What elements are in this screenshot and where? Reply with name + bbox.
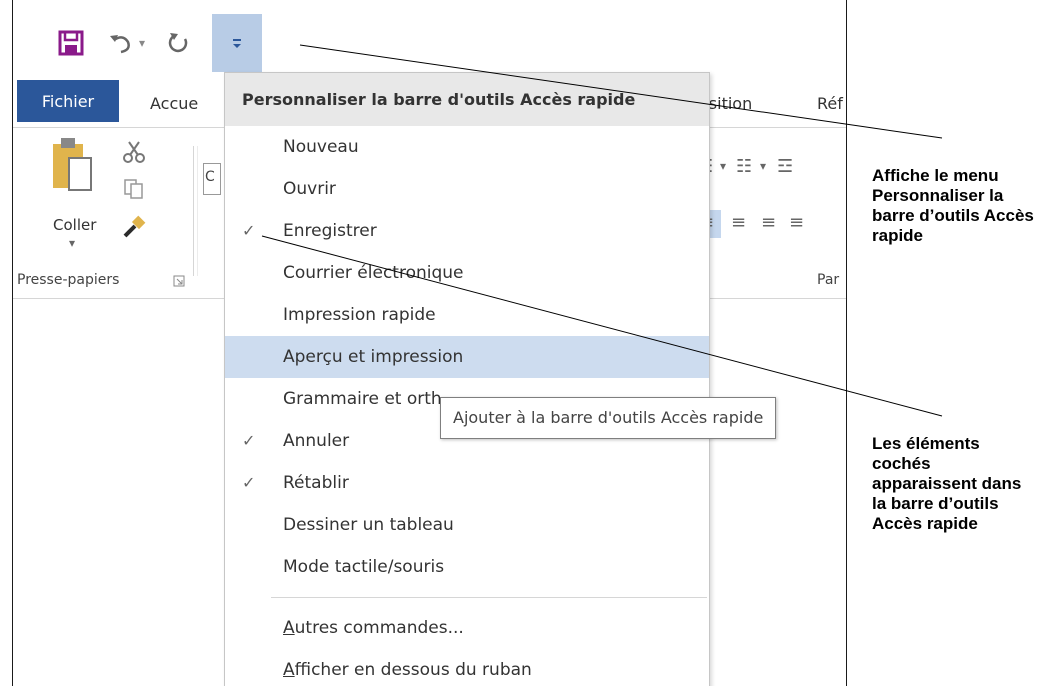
format-painter-icon[interactable] xyxy=(121,214,147,240)
tooltip: Ajouter à la barre d'outils Accès rapide xyxy=(440,397,777,439)
tab-home[interactable]: Accue xyxy=(150,94,198,113)
menu-item[interactable]: ✓ Rétablir xyxy=(225,462,709,504)
menu-item-label: Aperçu et impression xyxy=(283,347,464,367)
menu-item-label: Ouvrir xyxy=(283,179,336,199)
menu-separator xyxy=(271,597,707,598)
menu-title: Personnaliser la barre d'outils Accès ra… xyxy=(225,73,709,126)
word-window: ▾ Fichier Accue osition Réf Coller ▾ C P… xyxy=(12,0,847,686)
menu-item-label: Nouveau xyxy=(283,137,359,157)
clipboard-icon xyxy=(53,138,92,191)
tab-references[interactable]: Réf xyxy=(817,94,843,113)
menu-item-label: Impression rapide xyxy=(283,305,436,325)
customize-qat-button[interactable] xyxy=(212,14,262,72)
menu-item-label: fficher en dessous du ruban xyxy=(294,660,532,680)
save-button[interactable] xyxy=(53,14,89,72)
copy-icon[interactable] xyxy=(123,178,145,200)
align-right-icon[interactable]: ≡ xyxy=(761,212,776,233)
menu-item[interactable]: Courrier électronique xyxy=(225,252,709,294)
undo-icon xyxy=(110,35,130,54)
clipboard-group-label: Presse-papiers xyxy=(17,272,120,288)
accelerator-key: A xyxy=(283,618,295,638)
menu-item[interactable]: Dessiner un tableau xyxy=(225,504,709,546)
save-icon xyxy=(58,30,84,56)
menu-item[interactable]: Impression rapide xyxy=(225,294,709,336)
tab-file[interactable]: Fichier xyxy=(17,80,119,122)
accelerator-key: A xyxy=(283,660,295,680)
annotation-customize-menu: Affiche le menu Personnaliser la barre d… xyxy=(872,166,1034,245)
annotation-checked-items: Les éléments cochés apparaissent dans la… xyxy=(872,434,1022,533)
menu-item-label: Courrier électronique xyxy=(283,263,464,283)
redo-icon xyxy=(168,33,188,53)
font-box-text: C xyxy=(205,169,215,185)
group-separator xyxy=(193,146,194,276)
menu-item-more-commands[interactable]: Autres commandes... xyxy=(225,607,709,649)
quick-access-toolbar: ▾ xyxy=(13,0,846,72)
numbering-icon[interactable]: ☷ xyxy=(736,156,752,177)
multilevel-list-icon[interactable]: ☲ xyxy=(777,156,793,177)
dialog-launcher-icon[interactable] xyxy=(173,275,185,287)
numbering-dropdown-icon[interactable]: ▾ xyxy=(760,159,766,173)
paste-label: Coller xyxy=(53,216,97,234)
menu-item[interactable]: Aperçu et impression xyxy=(225,336,709,378)
checkmark-icon: ✓ xyxy=(242,431,256,450)
justify-icon[interactable]: ≡ xyxy=(789,212,804,233)
undo-button[interactable] xyxy=(103,14,137,72)
menu-item-label: Enregistrer xyxy=(283,221,377,241)
paste-button[interactable]: Coller ▾ xyxy=(51,136,111,256)
menu-item[interactable]: Mode tactile/souris xyxy=(225,546,709,588)
menu-item[interactable]: Nouveau xyxy=(225,126,709,168)
font-name-box[interactable]: C xyxy=(203,163,221,195)
menu-item-label: Grammaire et orth xyxy=(283,389,442,409)
menu-item-label: Dessiner un tableau xyxy=(283,515,454,535)
paste-dropdown-icon: ▾ xyxy=(69,236,76,250)
menu-item-label: utres commandes... xyxy=(294,618,464,638)
group-separator-shadow xyxy=(197,146,198,276)
checkmark-icon: ✓ xyxy=(242,221,256,240)
undo-dropdown-icon[interactable]: ▾ xyxy=(133,14,151,72)
redo-button[interactable] xyxy=(163,14,195,72)
customize-qat-icon xyxy=(233,39,241,48)
menu-item-label: Rétablir xyxy=(283,473,349,493)
bullets-dropdown-icon[interactable]: ▾ xyxy=(720,159,726,173)
menu-item[interactable]: ✓ Enregistrer xyxy=(225,210,709,252)
menu-item-label: Annuler xyxy=(283,431,350,451)
checkmark-icon: ✓ xyxy=(242,473,256,492)
menu-item-label: Mode tactile/souris xyxy=(283,557,445,577)
customize-qat-menu: Personnaliser la barre d'outils Accès ra… xyxy=(224,72,710,686)
menu-item[interactable]: Ouvrir xyxy=(225,168,709,210)
align-center-icon[interactable]: ≡ xyxy=(731,212,746,233)
cut-icon[interactable] xyxy=(121,140,147,166)
menu-item-show-below-ribbon[interactable]: Afficher en dessous du ruban xyxy=(225,649,709,686)
paragraph-group-label: Par xyxy=(817,272,840,288)
